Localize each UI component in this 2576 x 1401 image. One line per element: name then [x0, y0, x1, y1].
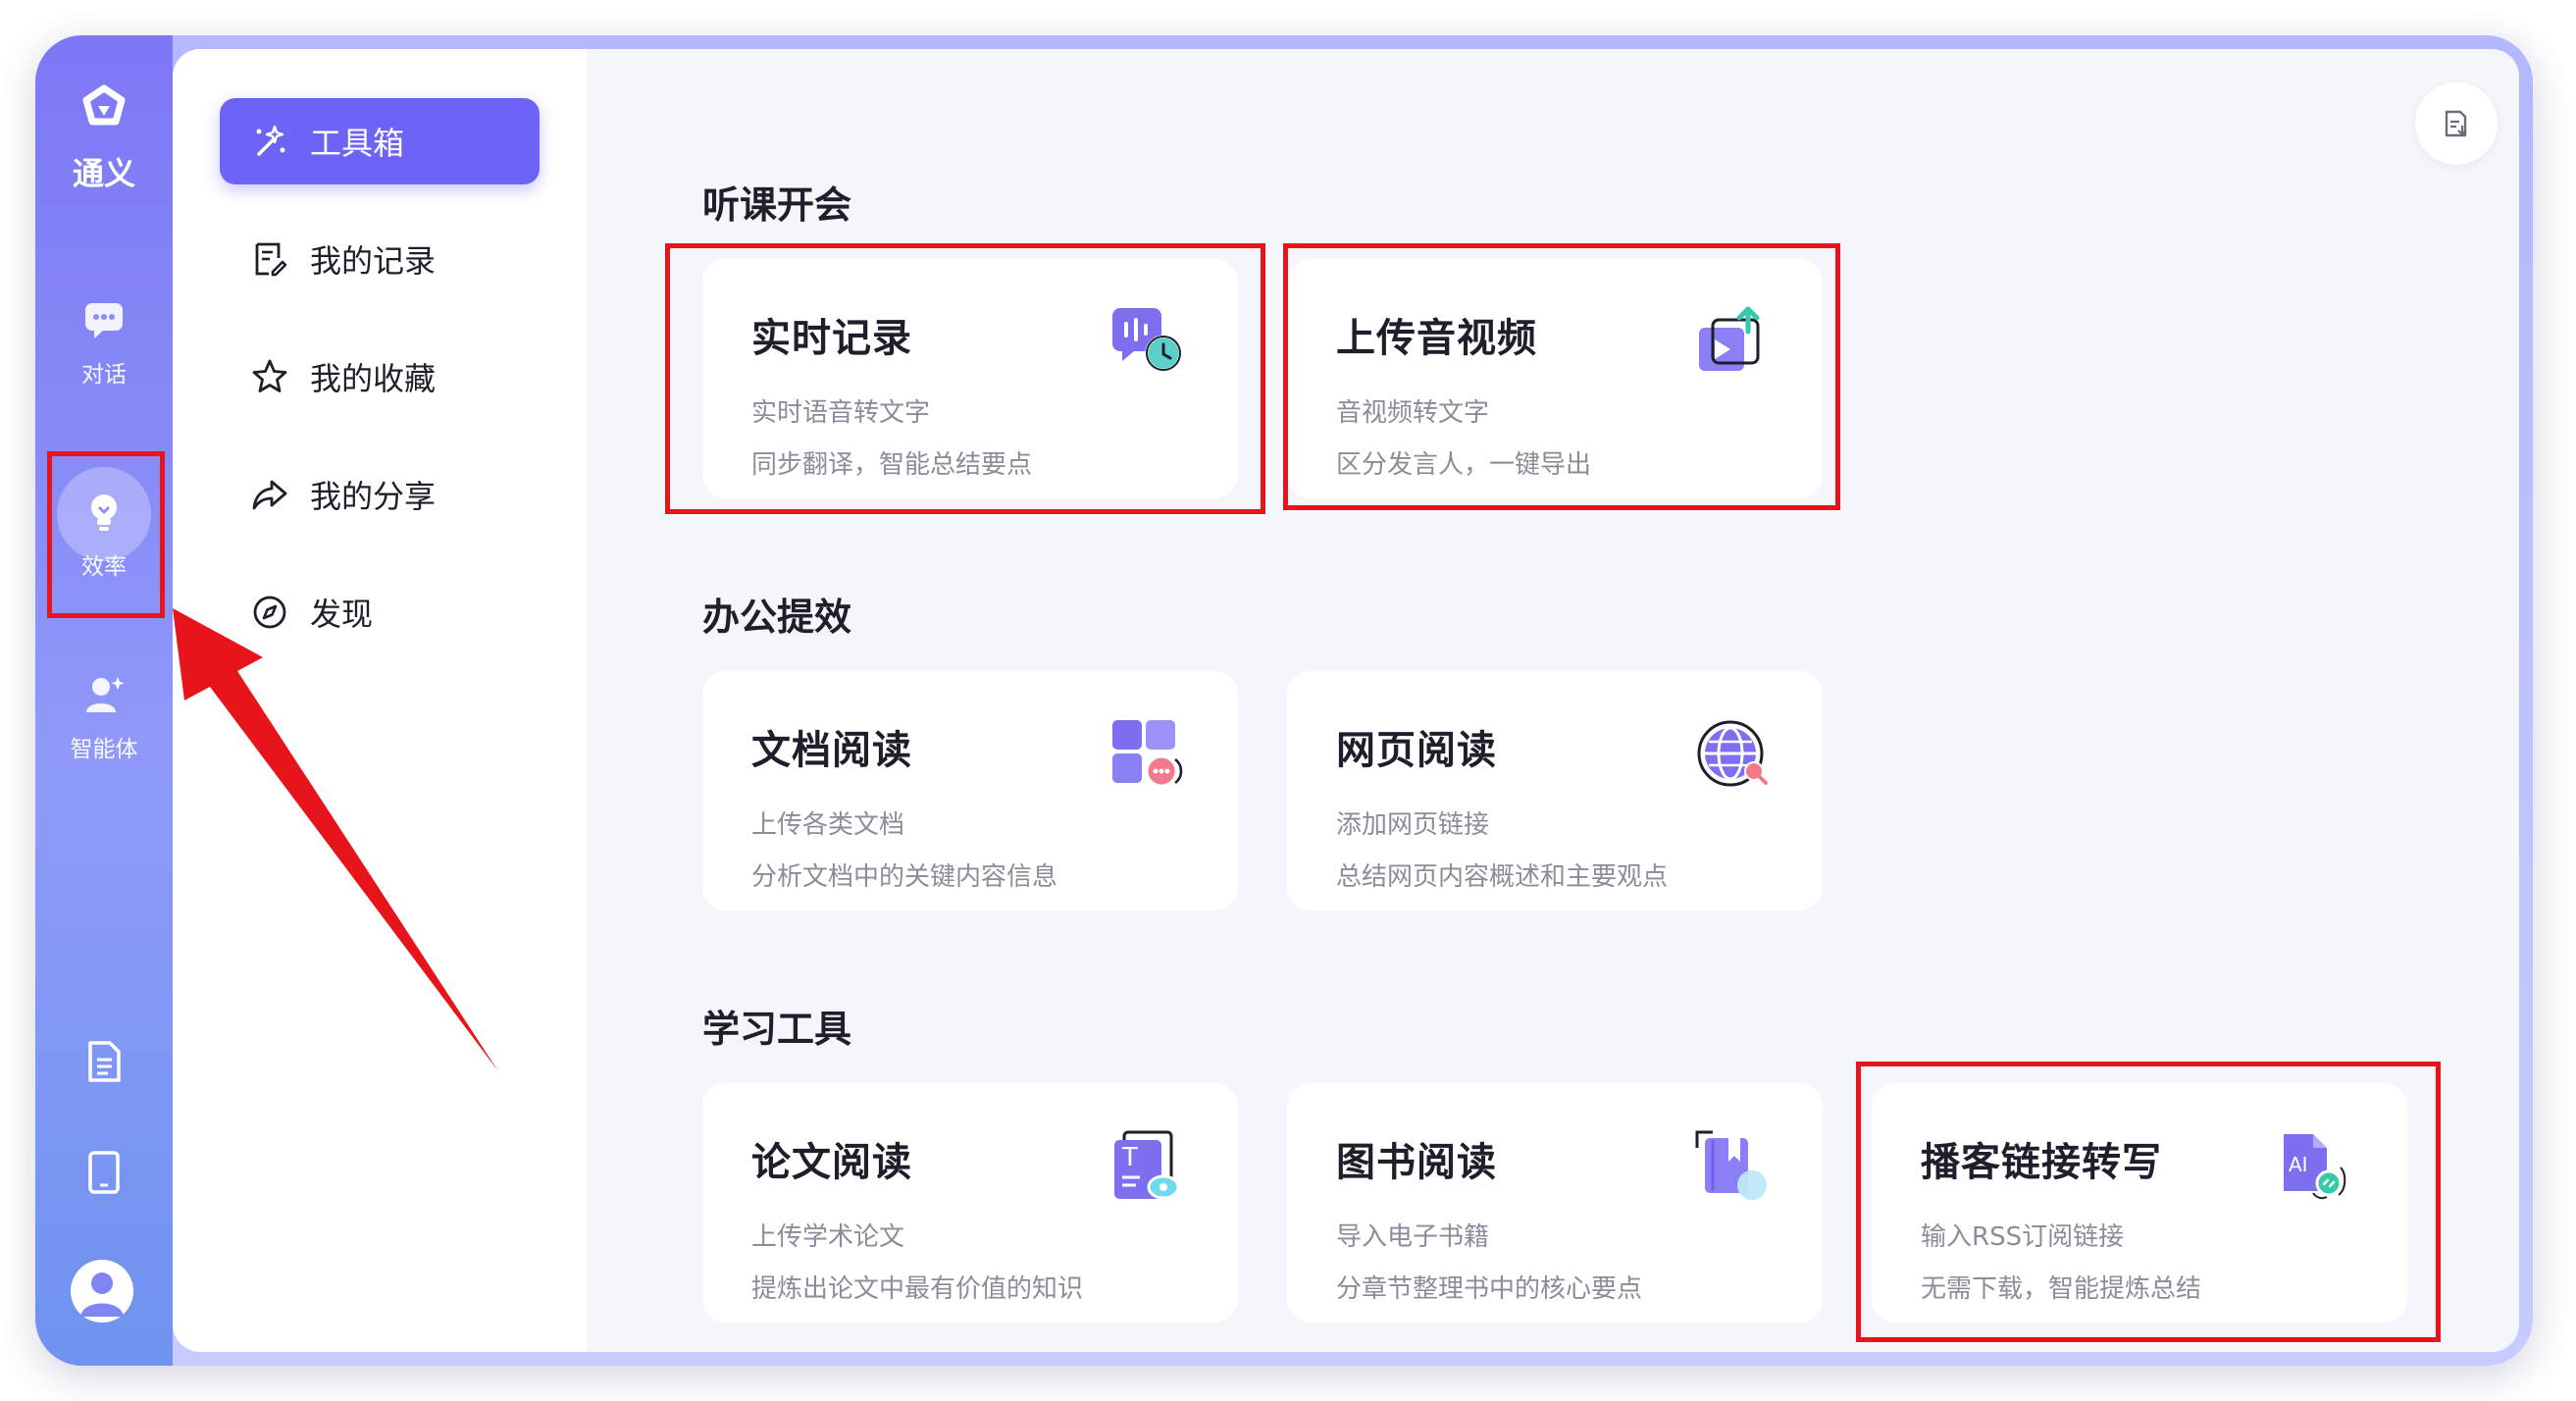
- card-desc: 上传学术论文: [751, 1222, 905, 1252]
- agent-icon: [86, 677, 125, 712]
- card-desc: 输入RSS订阅链接: [1921, 1222, 2125, 1252]
- star-icon: [252, 359, 287, 392]
- note-export-icon: [2445, 110, 2467, 137]
- rail-document-button[interactable]: [35, 1040, 173, 1087]
- rail-efficiency[interactable]: 效率: [35, 491, 173, 581]
- main-content: 听课开会 实时记录 实时语音转文字 同步翻译，智能总结要点 上传音视频 音视频转…: [587, 49, 2519, 1352]
- paper-icon: T: [1114, 1130, 1180, 1200]
- user-avatar[interactable]: [71, 1260, 133, 1323]
- sidebar-item-label: 发现: [310, 596, 374, 633]
- sidebar-item-toolbox[interactable]: 工具箱: [220, 98, 540, 184]
- tablet-icon: [88, 1151, 120, 1194]
- card-desc: 实时语音转文字: [751, 398, 931, 428]
- tool-card-book-reading[interactable]: 图书阅读 导入电子书籍 分章节整理书中的核心要点: [1287, 1083, 1823, 1323]
- tool-card-realtime-record[interactable]: 实时记录 实时语音转文字 同步翻译，智能总结要点: [702, 259, 1238, 498]
- sidebar-item-shares[interactable]: 我的分享: [220, 451, 540, 538]
- notes-button[interactable]: [2415, 82, 2498, 165]
- card-desc: 同步翻译，智能总结要点: [751, 450, 1033, 480]
- document-grid-icon: [1112, 720, 1183, 788]
- tool-card-upload-media[interactable]: 上传音视频 音视频转文字 区分发言人，一键导出: [1287, 259, 1823, 498]
- lightbulb-icon: [91, 494, 117, 531]
- tool-card-paper-reading[interactable]: 论文阅读 上传学术论文 提炼出论文中最有价值的知识 T: [702, 1083, 1238, 1323]
- tool-card-podcast-transcribe[interactable]: 播客链接转写 输入RSS订阅链接 无需下载，智能提炼总结 AI: [1872, 1083, 2407, 1323]
- rail-chat[interactable]: 对话: [35, 298, 173, 389]
- user-icon: [80, 1272, 124, 1317]
- sidebar-item-records[interactable]: 我的记录: [220, 216, 540, 302]
- chat-bubble-icon: [85, 303, 123, 338]
- card-desc: 添加网页链接: [1336, 810, 1490, 840]
- app-logo[interactable]: 通义: [35, 84, 173, 194]
- tool-card-web-reading[interactable]: 网页阅读 添加网页链接 总结网页内容概述和主要观点: [1287, 671, 1823, 910]
- share-arrow-icon: [252, 480, 287, 510]
- sidebar-item-label: 我的分享: [310, 478, 437, 515]
- tool-card-doc-reading[interactable]: 文档阅读 上传各类文档 分析文档中的关键内容信息: [702, 671, 1238, 910]
- realtime-record-icon: [1112, 308, 1182, 372]
- rail-tablet-button[interactable]: [35, 1150, 173, 1199]
- card-desc: 上传各类文档: [751, 810, 905, 840]
- sidebar-item-label: 工具箱: [310, 125, 405, 162]
- card-desc: 区分发言人，一键导出: [1336, 450, 1592, 480]
- upload-video-icon: [1699, 306, 1760, 371]
- sidebar-item-label: 我的收藏: [310, 360, 437, 397]
- sidebar-item-discover[interactable]: 发现: [220, 569, 540, 655]
- sidebar-item-label: 我的记录: [310, 242, 437, 280]
- section-title-study: 学习工具: [702, 1008, 852, 1051]
- logo-text: 通义: [72, 155, 135, 192]
- card-desc: 分析文档中的关键内容信息: [751, 862, 1058, 892]
- card-desc: 无需下载，智能提炼总结: [1921, 1274, 2202, 1304]
- document-icon: [88, 1041, 121, 1082]
- section-title-office: 办公提效: [702, 596, 852, 639]
- svg-text:T: T: [1121, 1143, 1138, 1172]
- rail-chat-label: 对话: [81, 362, 127, 388]
- rail-efficiency-label: 效率: [81, 554, 127, 580]
- card-desc: 分章节整理书中的核心要点: [1336, 1274, 1643, 1304]
- sidebar-item-favorites[interactable]: 我的收藏: [220, 334, 540, 420]
- magic-wand-icon: [256, 125, 285, 156]
- tongyi-logo-icon: [35, 84, 173, 153]
- card-desc: 音视频转文字: [1336, 398, 1490, 428]
- compass-icon: [253, 596, 286, 629]
- ai-document-icon: AI: [2284, 1134, 2346, 1200]
- rail-agent[interactable]: 智能体: [35, 673, 173, 763]
- app-window: 通义 对话 效率 智能体 工具箱 我的记录 我的收藏 我的分享 发现 听课开会 …: [35, 35, 2533, 1366]
- sidebar-panel: 工具箱 我的记录 我的收藏 我的分享 发现: [173, 49, 587, 1352]
- card-desc: 导入电子书籍: [1336, 1222, 1490, 1252]
- card-desc: 提炼出论文中最有价值的知识: [751, 1274, 1084, 1304]
- icon-rail: 通义 对话 效率 智能体: [35, 35, 173, 1366]
- section-title-meetings: 听课开会: [702, 183, 852, 227]
- card-desc: 总结网页内容概述和主要观点: [1336, 862, 1669, 892]
- svg-text:AI: AI: [2289, 1153, 2308, 1176]
- book-icon: [1695, 1130, 1767, 1200]
- record-edit-icon: [255, 242, 287, 277]
- rail-agent-label: 智能体: [70, 737, 138, 762]
- globe-search-icon: [1697, 720, 1768, 787]
